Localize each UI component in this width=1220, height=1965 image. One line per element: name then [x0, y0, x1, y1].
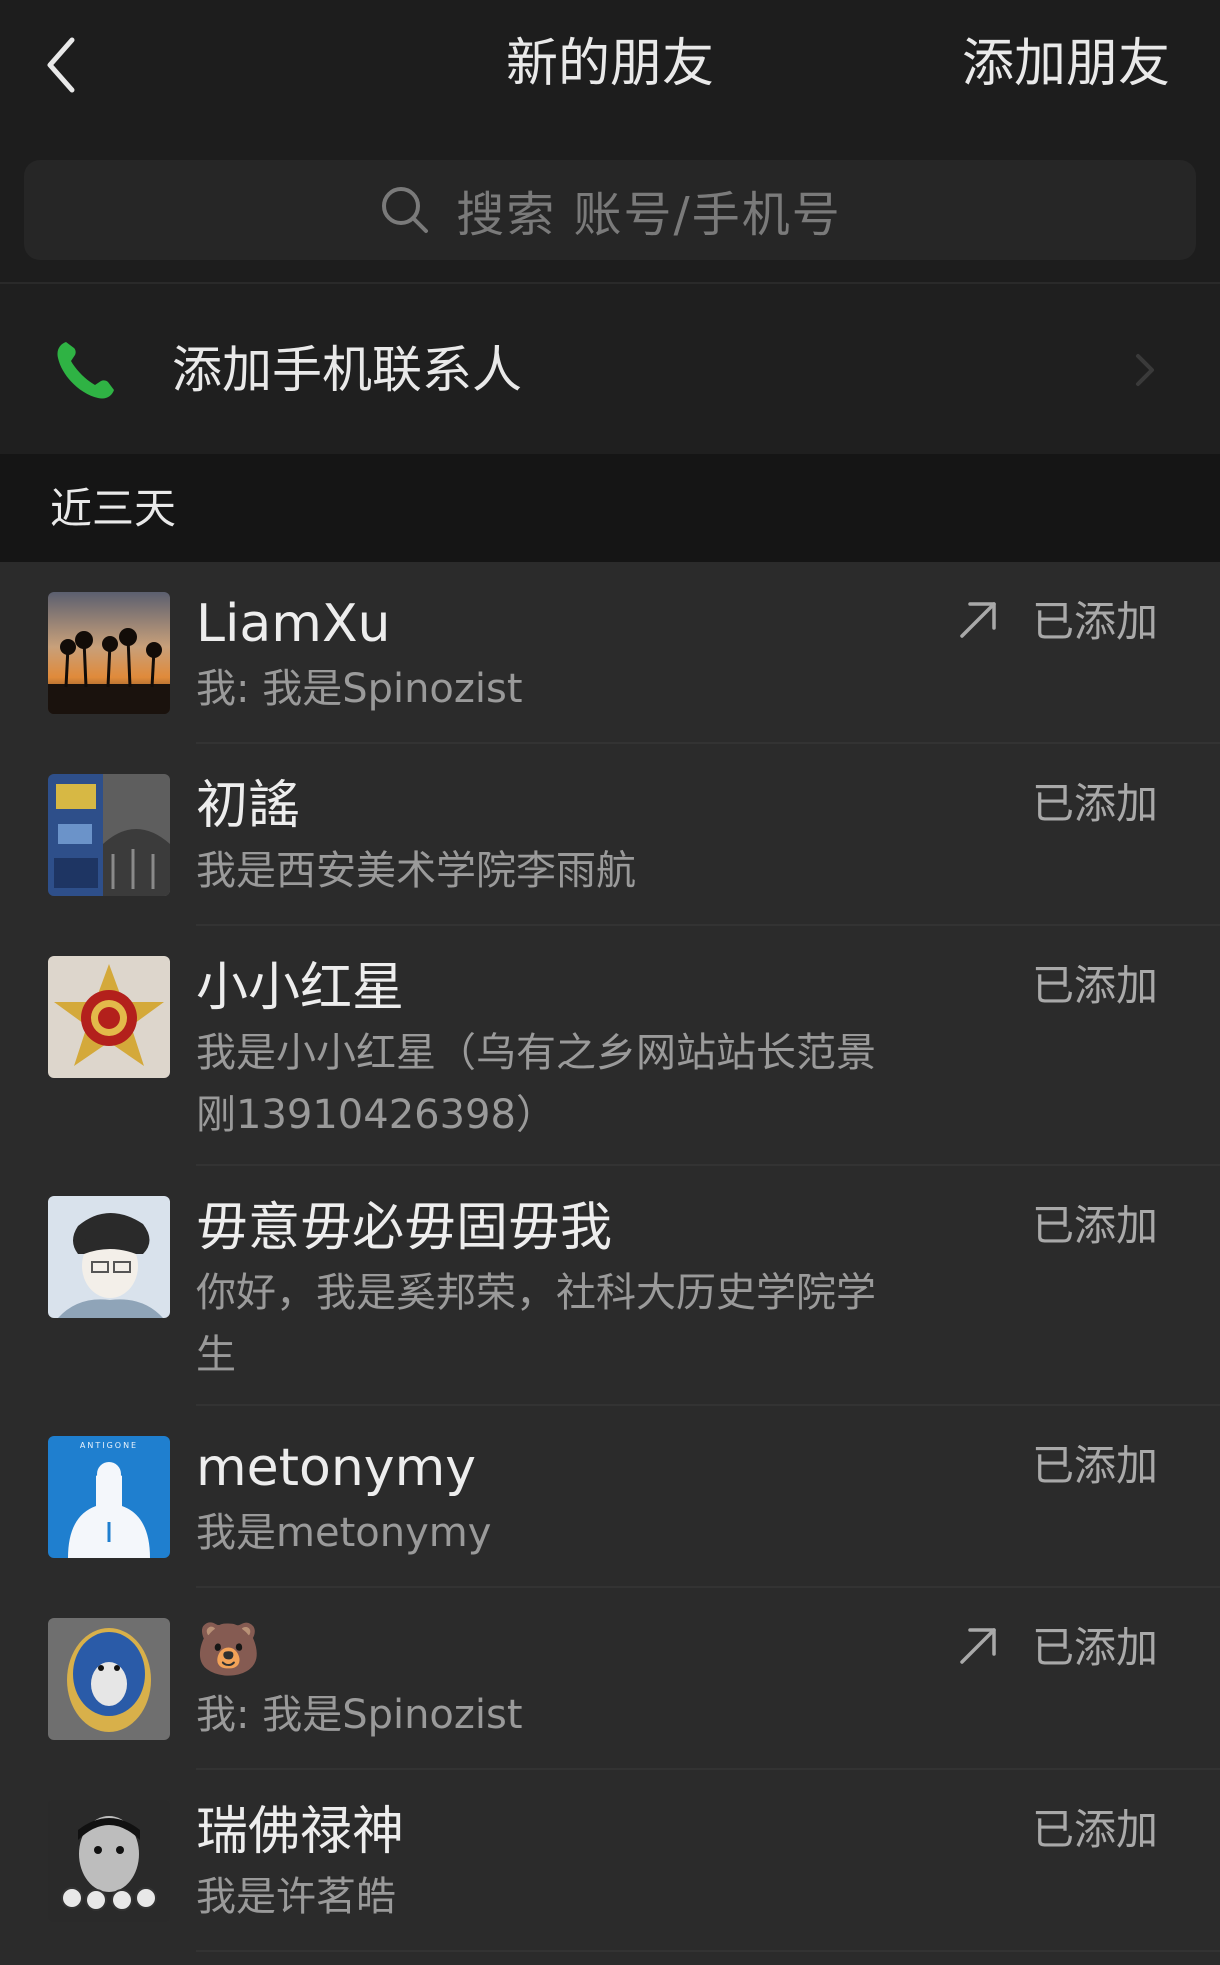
friend-message: 我是西安美术学院李雨航: [196, 848, 636, 894]
friend-message: 我是许茗皓: [196, 1874, 396, 1920]
svg-text:ANTIGONE: ANTIGONE: [80, 1441, 138, 1450]
friend-name: 🐻: [196, 1620, 261, 1680]
search-placeholder: 搜索 账号/手机号: [456, 187, 842, 243]
arrow-up-right-icon: [960, 602, 996, 638]
list-item[interactable]: 初謠 我是西安美术学院李雨航 已添加: [0, 744, 1220, 926]
status-added: 已添加: [1031, 1623, 1158, 1672]
status-added: 已添加: [1031, 779, 1158, 828]
list-item[interactable]: 🐻 我: 我是Spinozist 已添加: [0, 1588, 1220, 1770]
add-phone-contacts-label: 添加手机联系人: [172, 341, 522, 399]
phone-icon: [57, 342, 114, 399]
divider: [196, 1950, 1220, 1952]
friend-request-list: LiamXu 我: 我是Spinozist 已添加 初謠 我是西安美术学院李雨航…: [0, 562, 1220, 1965]
list-item[interactable]: 瑞佛禄神 我是许茗皓 已添加: [0, 1770, 1220, 1952]
status-added: 已添加: [1031, 1441, 1158, 1490]
list-item[interactable]: 毋意毋必毋固毋我 你好，我是奚邦荣，社科大历史学院学生 已添加: [0, 1166, 1220, 1406]
chevron-right-icon: [1136, 354, 1154, 386]
friend-name: 小小红星: [196, 958, 405, 1018]
friend-message: 我: 我是Spinozist: [196, 1692, 523, 1738]
friend-name: 瑞佛禄神: [196, 1802, 405, 1862]
arrow-up-right-icon: [960, 1628, 996, 1664]
list-item[interactable]: LiamXu 我: 我是Spinozist 已添加: [0, 562, 1220, 744]
add-phone-contacts-row[interactable]: 添加手机联系人: [0, 284, 1220, 454]
nav-bar: 新的朋友 添加朋友: [0, 0, 1220, 130]
friend-name: 初謠: [196, 776, 301, 836]
status-added: 已添加: [1031, 1201, 1158, 1250]
avatar: [48, 774, 170, 896]
status-added: 已添加: [1031, 597, 1158, 646]
search-input[interactable]: 搜索 账号/手机号: [24, 160, 1196, 260]
section-header: 近三天: [0, 454, 1220, 562]
friend-message: 我是小小红星（乌有之乡网站站长范景刚13910426398）: [196, 1030, 876, 1138]
friend-name: metonymy: [196, 1438, 477, 1498]
status-added: 已添加: [1031, 1805, 1158, 1854]
friend-name: LiamXu: [196, 594, 391, 654]
friend-message: 我: 我是Spinozist: [196, 666, 523, 712]
avatar: [48, 1800, 170, 1922]
friend-message: 我是metonymy: [196, 1510, 492, 1556]
avatar: [48, 1618, 170, 1740]
list-item[interactable]: 小小红星 我是小小红星（乌有之乡网站站长范景刚13910426398） 已添加: [0, 926, 1220, 1166]
search-icon: [382, 187, 429, 233]
friend-name: 毋意毋必毋固毋我: [196, 1198, 613, 1258]
friend-message: 你好，我是奚邦荣，社科大历史学院学生: [196, 1270, 876, 1378]
status-added: 已添加: [1031, 961, 1158, 1010]
list-item[interactable]: ANTIGONE metonymy 我是metonymy 已添加: [0, 1406, 1220, 1588]
section-label: 近三天: [50, 484, 177, 533]
avatar: ANTIGONE: [48, 1436, 170, 1558]
add-friend-button[interactable]: 添加朋友: [962, 34, 1170, 94]
avatar: [48, 1196, 170, 1318]
avatar: [48, 956, 170, 1078]
avatar: [48, 592, 170, 714]
